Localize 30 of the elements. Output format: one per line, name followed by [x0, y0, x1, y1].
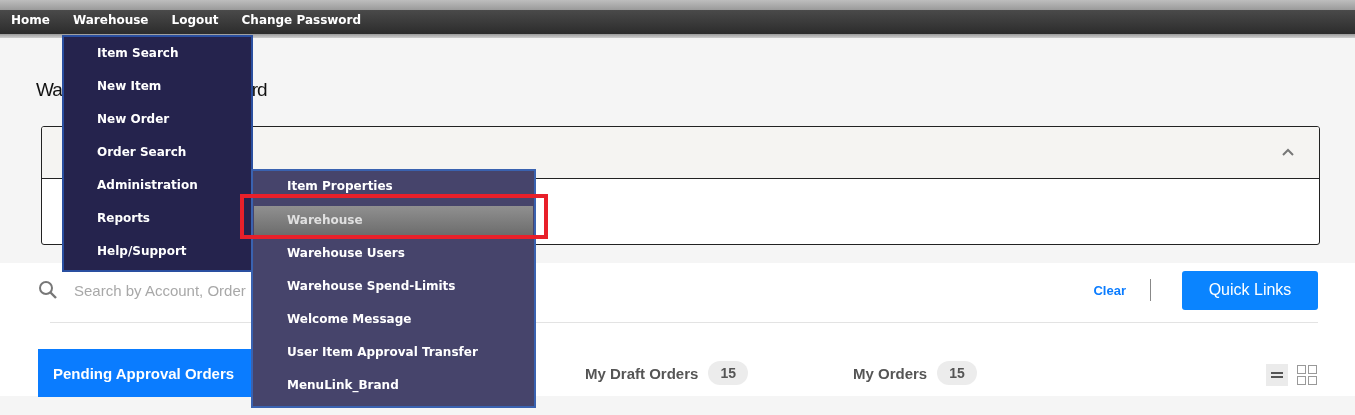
order-tab[interactable]: My Orders 15 [838, 349, 1106, 397]
menu-item[interactable]: Help/Support [64, 237, 251, 270]
clear-link[interactable]: Clear [1093, 282, 1126, 298]
tab-label: My Orders [853, 364, 928, 382]
page-title: rd [251, 78, 267, 102]
count-badge: 15 [937, 361, 977, 385]
page-title: Wa [36, 78, 62, 102]
list-view-icon[interactable] [1266, 363, 1288, 386]
quick-links-button[interactable]: Quick Links [1182, 270, 1318, 310]
order-tab[interactable]: My Draft Orders 15 [570, 349, 838, 397]
menu-item[interactable]: New Item [64, 72, 251, 105]
menu-item[interactable]: New Order [64, 105, 251, 138]
menu-item[interactable]: Order Search [64, 138, 251, 171]
search-icon [38, 280, 58, 300]
nav-link[interactable]: Logout [160, 10, 219, 38]
submenu-item[interactable]: Warehouse Users [254, 239, 533, 272]
tab-label: Pending Approval Orders [53, 364, 235, 382]
submenu-item[interactable]: Welcome Message [254, 305, 533, 338]
tab-label: My Draft Orders [585, 364, 699, 382]
menu-item[interactable]: Reports [64, 204, 251, 237]
menu-item[interactable]: Administration [64, 171, 251, 204]
nav-link[interactable]: Warehouse [61, 10, 149, 38]
submenu-item[interactable]: Item Properties [254, 172, 533, 205]
menu-item[interactable]: Item Search [64, 39, 251, 72]
nav-link[interactable]: Change Password [230, 10, 362, 38]
submenu-item[interactable]: Warehouse Spend-Limits [254, 272, 533, 305]
collapse-icon[interactable] [1281, 148, 1295, 157]
grid-view-icon[interactable] [1296, 363, 1318, 386]
nav-link[interactable]: Home [0, 10, 50, 38]
count-badge: 15 [708, 361, 748, 385]
